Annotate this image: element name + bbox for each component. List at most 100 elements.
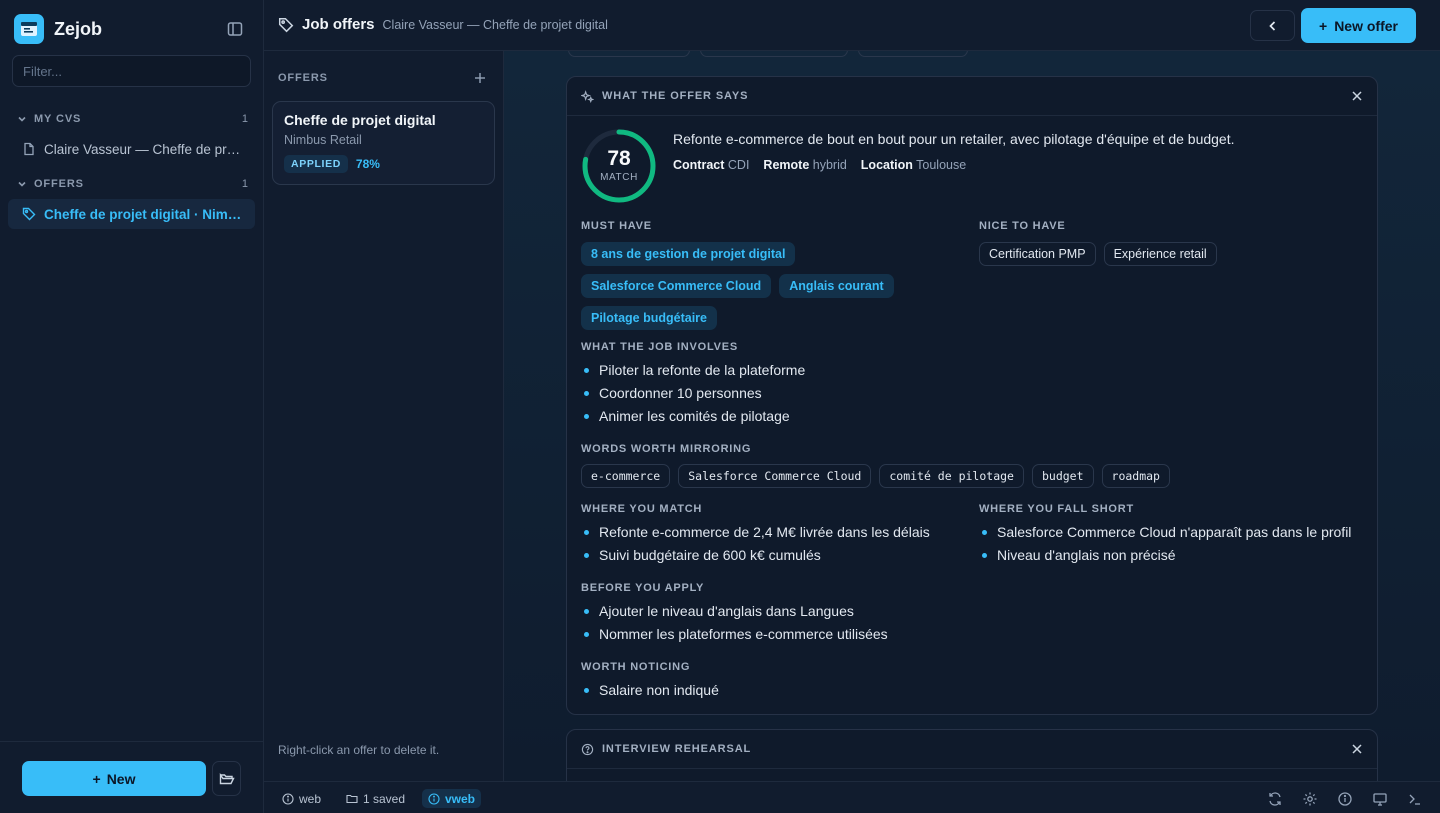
status-bar: web 1 saved vweb [264,781,1440,813]
section-offers[interactable]: OFFERS 1 [16,178,248,190]
sidebar-toggle-icon[interactable] [226,20,244,38]
sidebar-item-cv[interactable]: Claire Vasseur — Cheffe de projet digita… [8,134,255,164]
status-env[interactable]: web [276,789,327,808]
offer-title: Cheffe de projet digital [284,112,436,128]
interview-rehearsal-panel: INTERVIEW REHEARSAL [566,729,1378,781]
new-offer-button[interactable]: + New offer [1301,8,1416,43]
sidebar-item-offer[interactable]: Cheffe de projet digital · Nimbus Retail [8,199,255,229]
top-bar: Job offers Claire Vasseur — Cheffe de pr… [264,0,1440,51]
sidebar-item-label: Cheffe de projet digital · Nimbus Retail [44,206,243,222]
requirement-chip: Anglais courant [779,274,894,298]
involves-list: Piloter la refonte de la plateforme Coor… [581,359,805,428]
main-content: WHAT THE OFFER SAYS 78 MATCH Refonte e-c… [504,51,1440,781]
add-offer-icon[interactable] [474,72,486,84]
fact-label: Remote [763,158,810,172]
must-have-chips: 8 ans de gestion de projet digital Sales… [581,242,941,330]
offer-analysis-panel: WHAT THE OFFER SAYS 78 MATCH Refonte e-c… [566,76,1378,715]
new-offer-label: New offer [1334,17,1398,34]
section-count: 1 [241,178,248,190]
match-section-label: WHERE YOU MATCH [581,503,703,515]
terminal-icon[interactable] [1407,791,1423,807]
before-apply-list: Ajouter le niveau d'anglais dans Langues… [581,600,888,646]
offer-summary: Refonte e-commerce de bout en bout pour … [673,131,1235,147]
match-percent: 78% [355,157,380,171]
nice-chip: Certification PMP [979,242,1096,266]
new-button[interactable]: + New [22,761,206,796]
fact-label: Location [860,158,913,172]
nice-to-have-chips: Certification PMP Expérience retail [979,242,1359,266]
info-icon[interactable] [1337,791,1353,807]
fact-value: CDI [727,158,750,172]
requirement-chip: 8 ans de gestion de projet digital [581,242,796,266]
sidebar-item-label: Claire Vasseur — Cheffe de projet digita… [44,141,243,157]
requirement-chip: Salesforce Commerce Cloud [581,274,772,298]
folder-open-icon [219,772,235,784]
keyword-chip: e-commerce [581,464,671,488]
mirror-chips: e-commerce Salesforce Commerce Cloud com… [581,464,1361,488]
info-icon [282,792,294,805]
must-have-label: MUST HAVE [581,220,652,232]
fact-value: hybrid [812,158,847,172]
tag-icon [278,17,294,32]
status-label: vweb [445,791,476,806]
panel-header: INTERVIEW REHEARSAL [567,730,1377,769]
open-folder-button[interactable] [212,761,241,796]
keyword-chip: Salesforce Commerce Cloud [678,464,872,488]
status-label: web [299,791,322,806]
settings-icon[interactable] [1302,791,1318,807]
list-item: Ajouter le niveau d'anglais dans Langues [581,600,888,623]
close-icon[interactable] [1351,743,1363,755]
match-label: MATCH [600,172,638,183]
partial-chip [858,51,968,57]
question-circle-icon [581,743,594,755]
plus-icon: + [92,770,101,787]
keyword-chip: roadmap [1101,464,1170,488]
offers-heading: OFFERS [278,72,486,84]
back-button[interactable] [1250,10,1295,41]
status-profile[interactable]: vweb [422,789,482,808]
close-icon[interactable] [1351,90,1363,102]
status-badge: APPLIED [284,155,348,173]
partial-chip [700,51,848,57]
requirement-chip: Pilotage budgétaire [581,306,717,330]
monitor-icon[interactable] [1372,791,1388,807]
before-apply-label: BEFORE YOU APPLY [581,582,705,594]
page-subtitle: Claire Vasseur — Cheffe de projet digita… [382,17,608,32]
offer-company: Nimbus Retail [284,133,362,147]
nice-chip: Expérience retail [1103,242,1217,266]
chevron-down-icon [18,116,26,122]
offers-pane: OFFERS Cheffe de projet digital Nimbus R… [264,51,504,781]
offer-facts: Contract CDI Remote hybrid Location Toul… [673,158,966,172]
short-section-label: WHERE YOU FALL SHORT [979,503,1134,515]
noticing-list: Salaire non indiqué [581,679,719,702]
list-item: Nommer les plateformes e-commerce utilis… [581,623,888,646]
panel-title: INTERVIEW REHEARSAL [602,743,752,755]
partial-chip [568,51,690,57]
page-title: Job offers [302,16,375,33]
info-icon [428,792,440,805]
list-item: Suivi budgétaire de 600 k€ cumulés [581,544,930,567]
offer-card[interactable]: Cheffe de projet digital Nimbus Retail A… [272,101,495,185]
section-count: 1 [241,113,248,125]
filter-input[interactable] [12,55,251,87]
status-label: 1 saved [363,791,406,806]
folder-icon [346,794,358,803]
list-item: Salesforce Commerce Cloud n'apparaît pas… [979,521,1351,544]
keyword-chip: budget [1031,464,1094,488]
list-item: Refonte e-commerce de 2,4 M€ livrée dans… [581,521,930,544]
sparkles-icon [581,89,594,103]
chevron-left-icon [1268,20,1275,31]
section-title: MY CVS [34,113,82,125]
brand[interactable]: Zejob [14,14,102,44]
status-saved[interactable]: 1 saved [340,789,411,808]
short-list: Salesforce Commerce Cloud n'apparaît pas… [979,521,1351,567]
offers-heading-label: OFFERS [278,72,328,84]
list-item: Coordonner 10 personnes [581,382,805,405]
match-list: Refonte e-commerce de 2,4 M€ livrée dans… [581,521,930,567]
refresh-icon[interactable] [1267,791,1283,807]
panel-header: WHAT THE OFFER SAYS [567,77,1377,116]
nice-to-have-label: NICE TO HAVE [979,220,1066,232]
list-item: Piloter la refonte de la plateforme [581,359,805,382]
section-my-cvs[interactable]: MY CVS 1 [16,113,248,125]
mirror-label: WORDS WORTH MIRRORING [581,443,752,455]
